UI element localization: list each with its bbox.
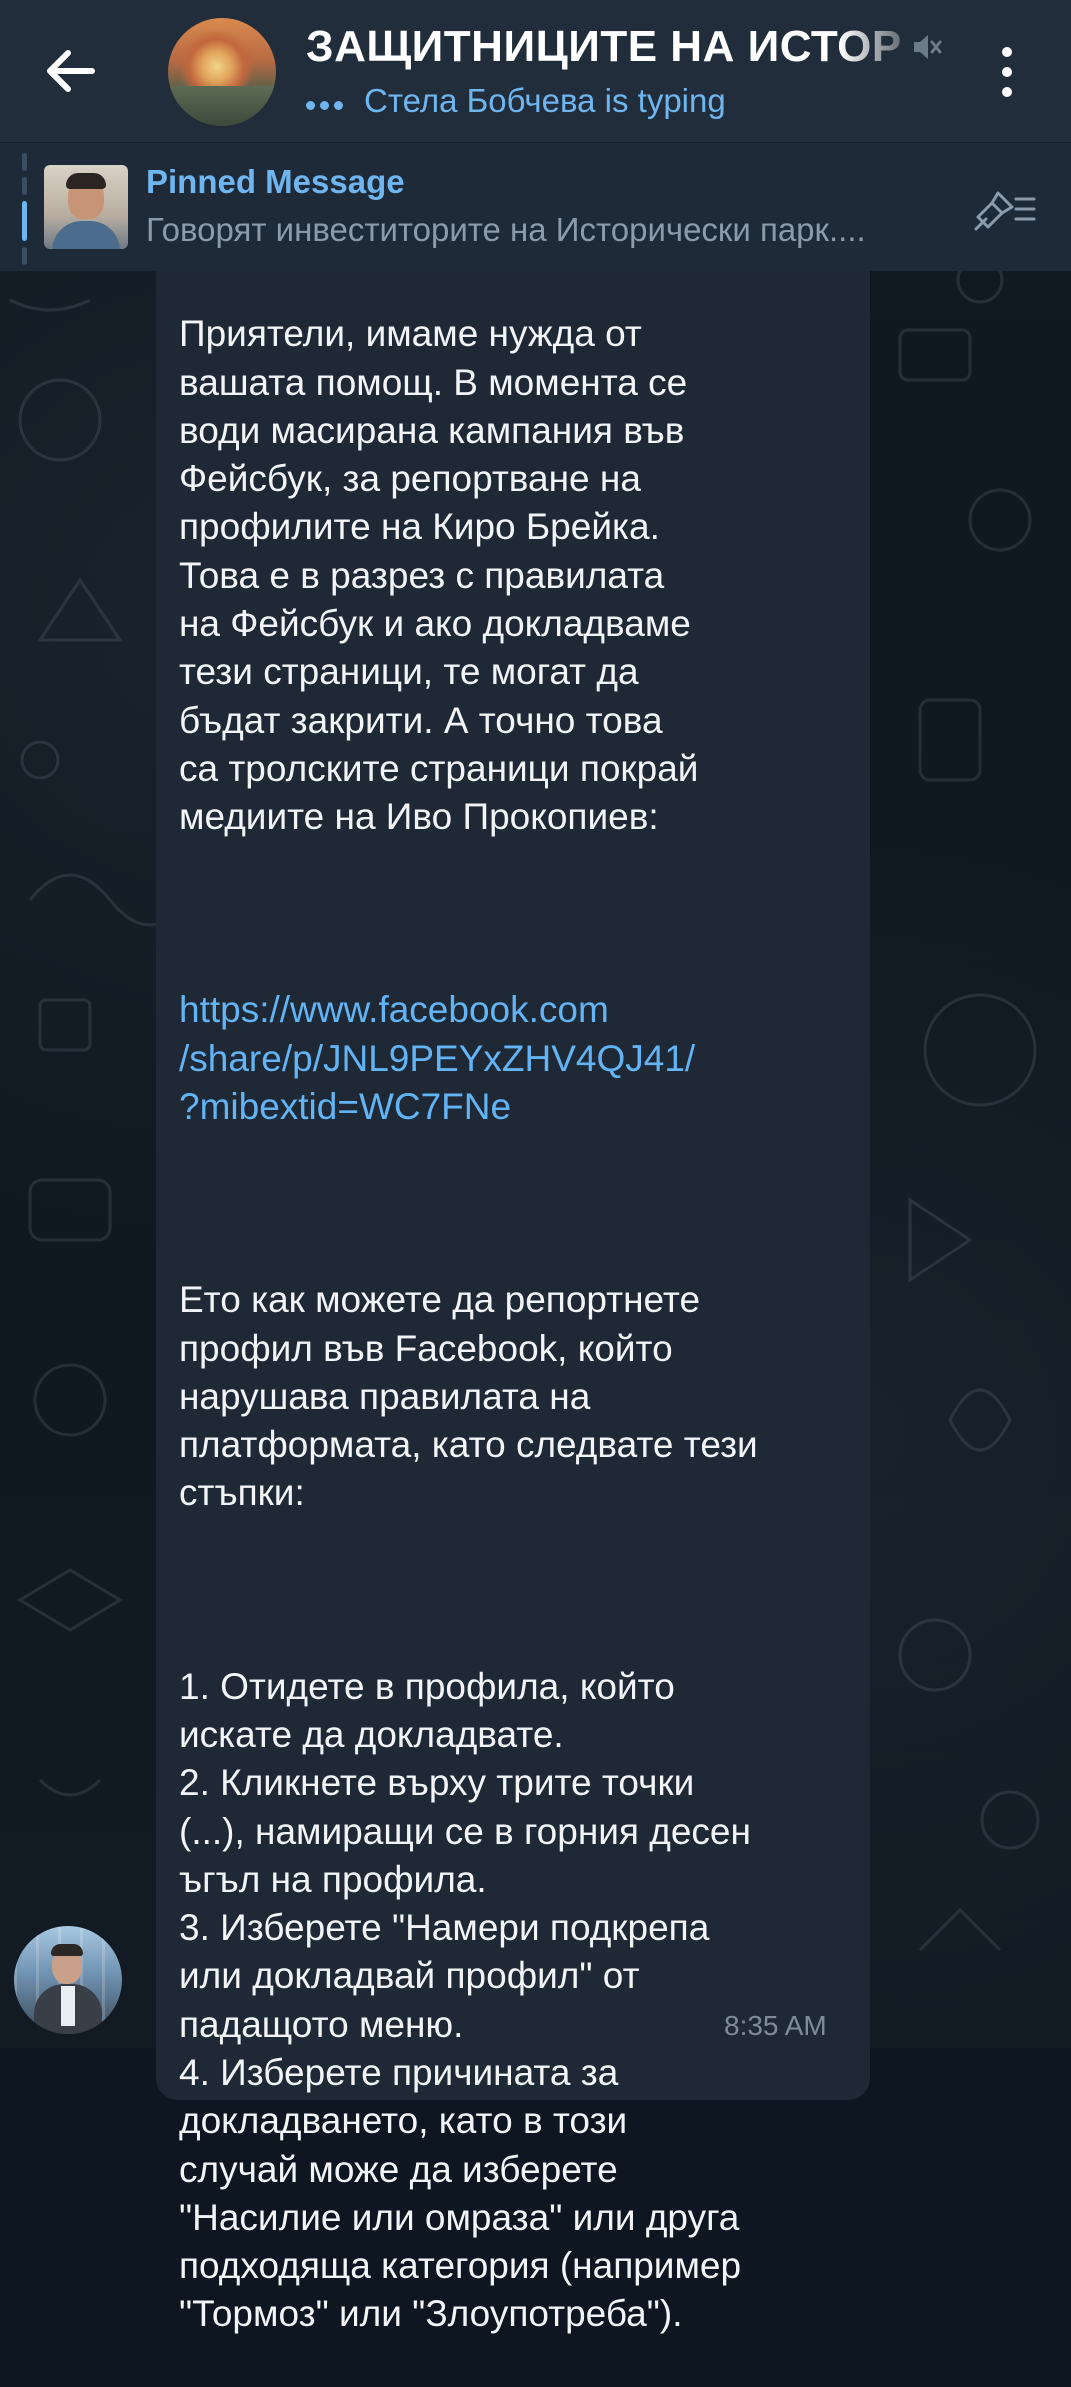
pinned-preview: Говорят инвеститорите на Исторически пар… [146,211,866,248]
typing-status: Стела Бобчева is typing [306,82,726,122]
pinned-thumbnail [44,165,128,249]
pinned-message-bar[interactable]: Pinned Message Говорят инвеститорите на … [0,142,1071,271]
typing-dots-icon [306,84,364,122]
typing-status-text: Стела Бобчева is typing [364,82,726,119]
message-link[interactable]: https://www.facebook.com /share/p/JNL9PE… [179,986,859,1131]
arrow-left-icon[interactable] [32,38,108,104]
message-steps: 1. Отидете в профила, който искате да до… [179,1665,751,2335]
muted-speaker-icon [914,35,942,59]
message-time: 8:35 AM [724,2010,827,2041]
pinned-label: Pinned Message [146,163,405,200]
pin-list-icon[interactable] [972,187,1038,231]
message-text: Приятели, имаме нужда от вашата помощ. В… [179,262,859,2387]
pinned-indicator [22,153,27,265]
message-how-to: Ето как можете да репортнете профил във … [179,1279,758,1514]
sender-avatar[interactable] [14,1926,122,2034]
vertical-dots-icon[interactable] [990,42,1024,102]
group-avatar[interactable] [168,18,276,126]
message-intro: Приятели, имаме нужда от вашата помощ. В… [179,313,699,838]
chat-header: ЗАЩИТНИЦИТЕ НА ИСТОР Стела Бобчева is ty… [0,0,1071,142]
